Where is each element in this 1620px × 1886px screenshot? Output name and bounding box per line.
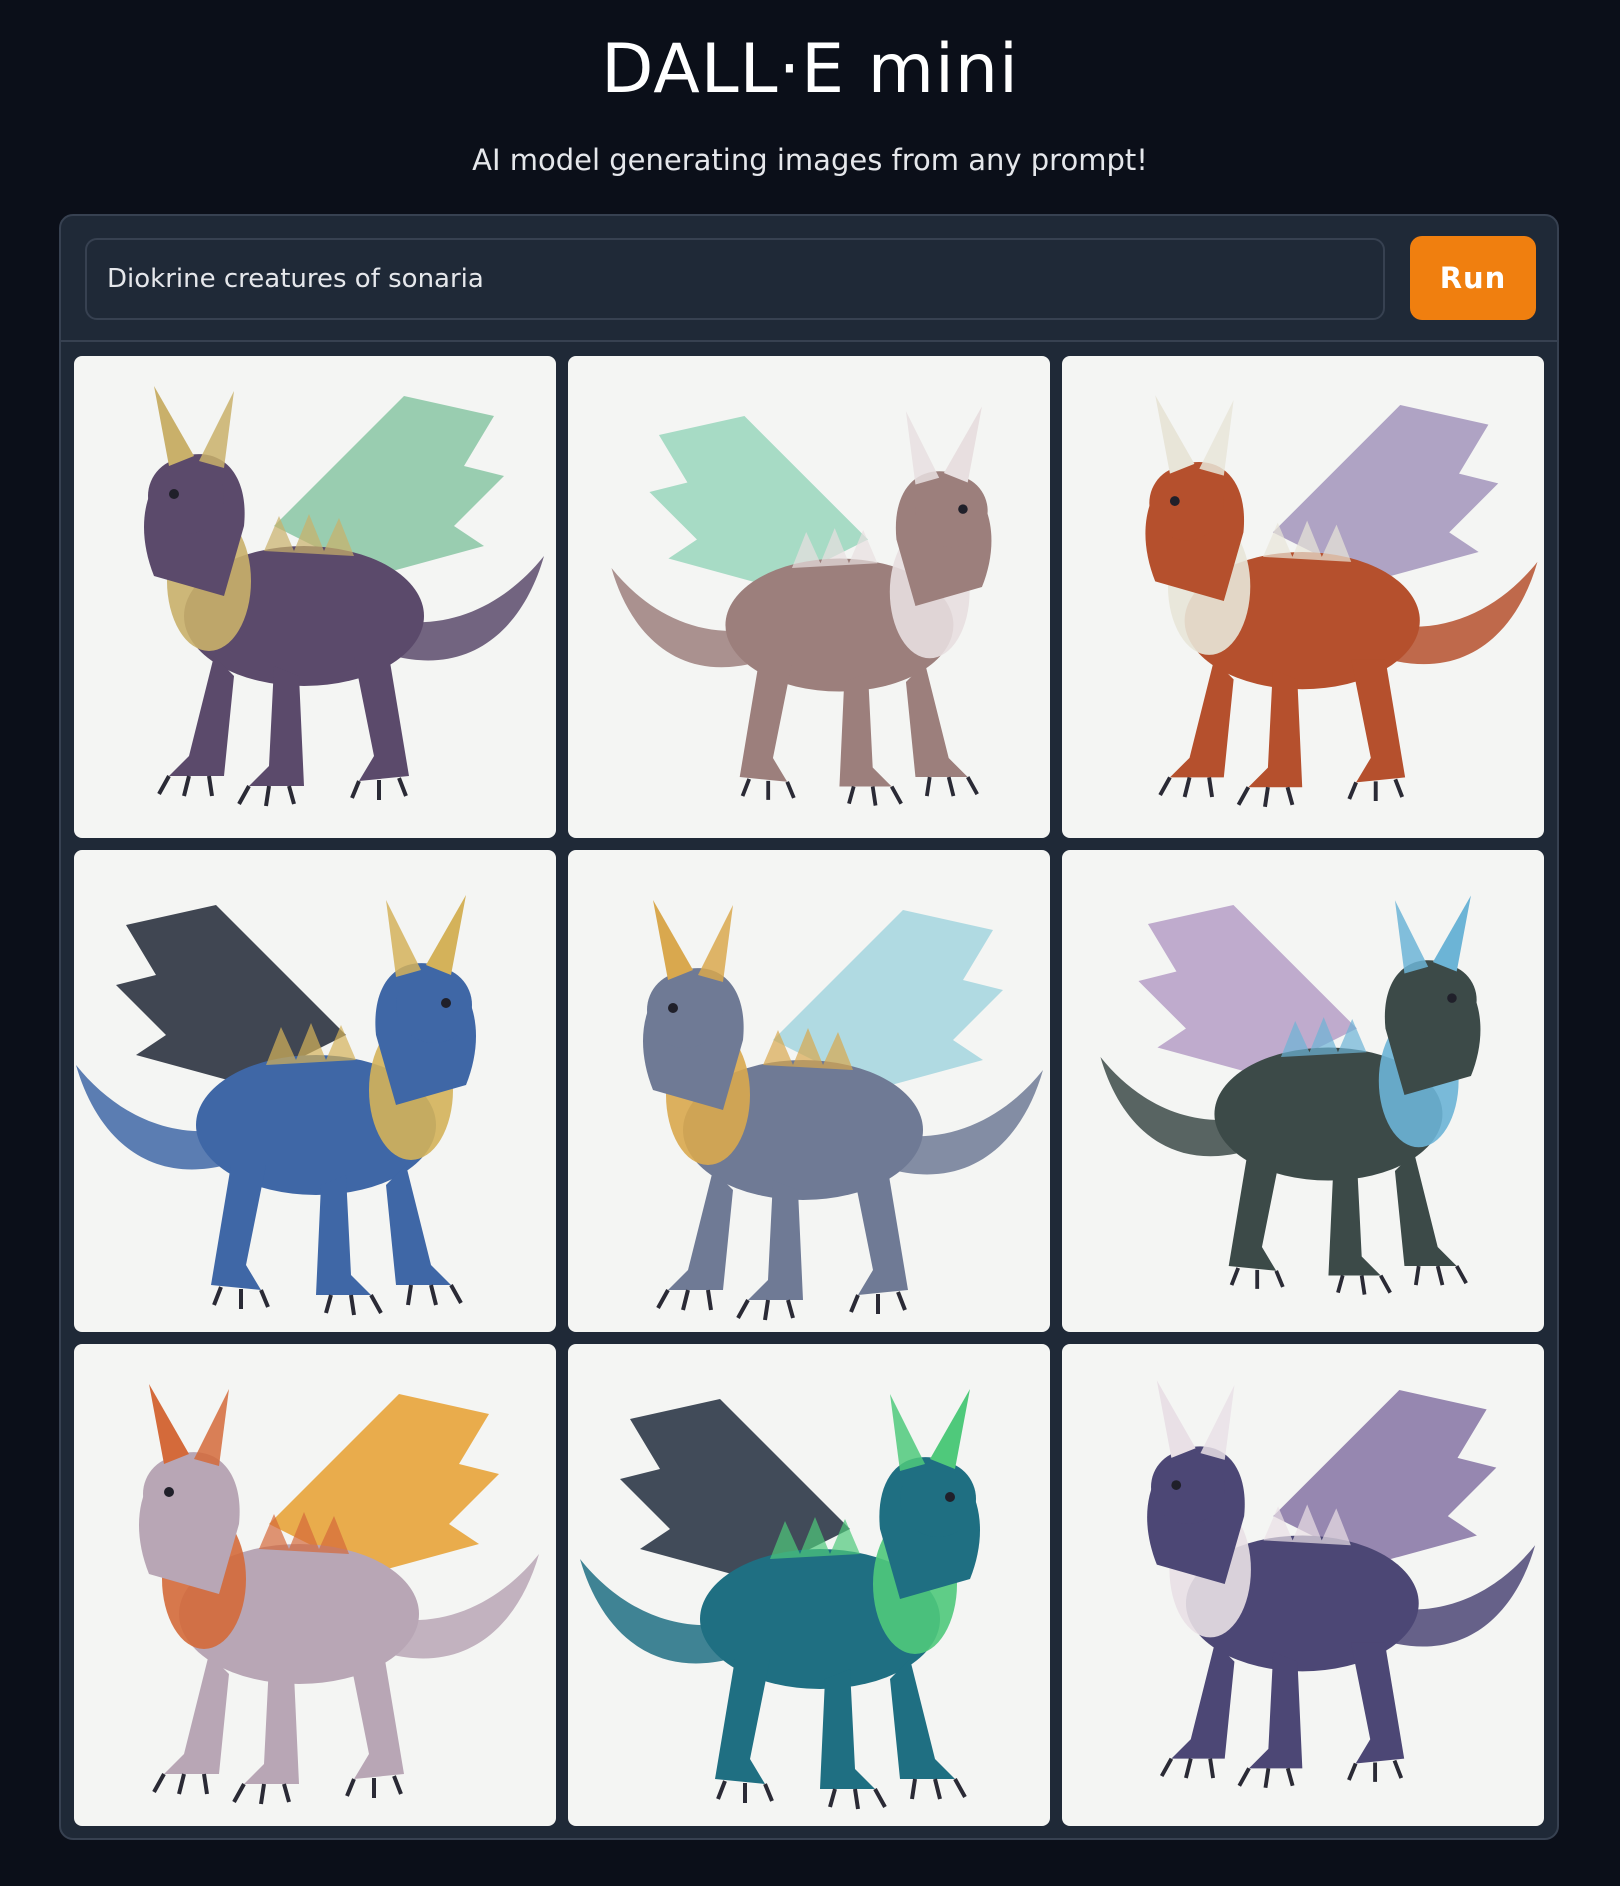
furred-mint-winged-creature-illustration <box>611 406 992 806</box>
generated-image[interactable] <box>1062 356 1544 838</box>
generated-image[interactable] <box>74 850 556 1332</box>
dark-winged-creature-illustration <box>1100 895 1481 1295</box>
run-button[interactable]: Run <box>1410 236 1536 320</box>
generator-panel: Run <box>59 214 1559 1840</box>
teal-furred-creature-illustration <box>580 1389 980 1810</box>
purple-bat-winged-creature-illustration <box>1147 1380 1536 1789</box>
generated-image[interactable] <box>74 1344 556 1826</box>
app-subtitle: AI model generating images from any prom… <box>472 143 1148 177</box>
red-horned-creature-illustration <box>1145 395 1538 808</box>
prompt-bar: Run <box>61 216 1557 342</box>
grey-spiked-creature-illustration <box>643 900 1043 1321</box>
generated-image[interactable] <box>568 356 1050 838</box>
generated-image[interactable] <box>1062 850 1544 1332</box>
image-gallery <box>74 356 1547 1829</box>
blue-spiked-creature-illustration <box>76 895 476 1316</box>
generated-image[interactable] <box>74 356 556 838</box>
generated-image[interactable] <box>568 850 1050 1332</box>
generated-image[interactable] <box>1062 1344 1544 1826</box>
orange-winged-creature-illustration <box>139 1384 539 1805</box>
generated-image[interactable] <box>568 1344 1050 1826</box>
purple-winged-creature-illustration <box>144 386 544 807</box>
prompt-input[interactable] <box>85 238 1385 320</box>
app-title: DALL·E mini <box>601 30 1019 109</box>
